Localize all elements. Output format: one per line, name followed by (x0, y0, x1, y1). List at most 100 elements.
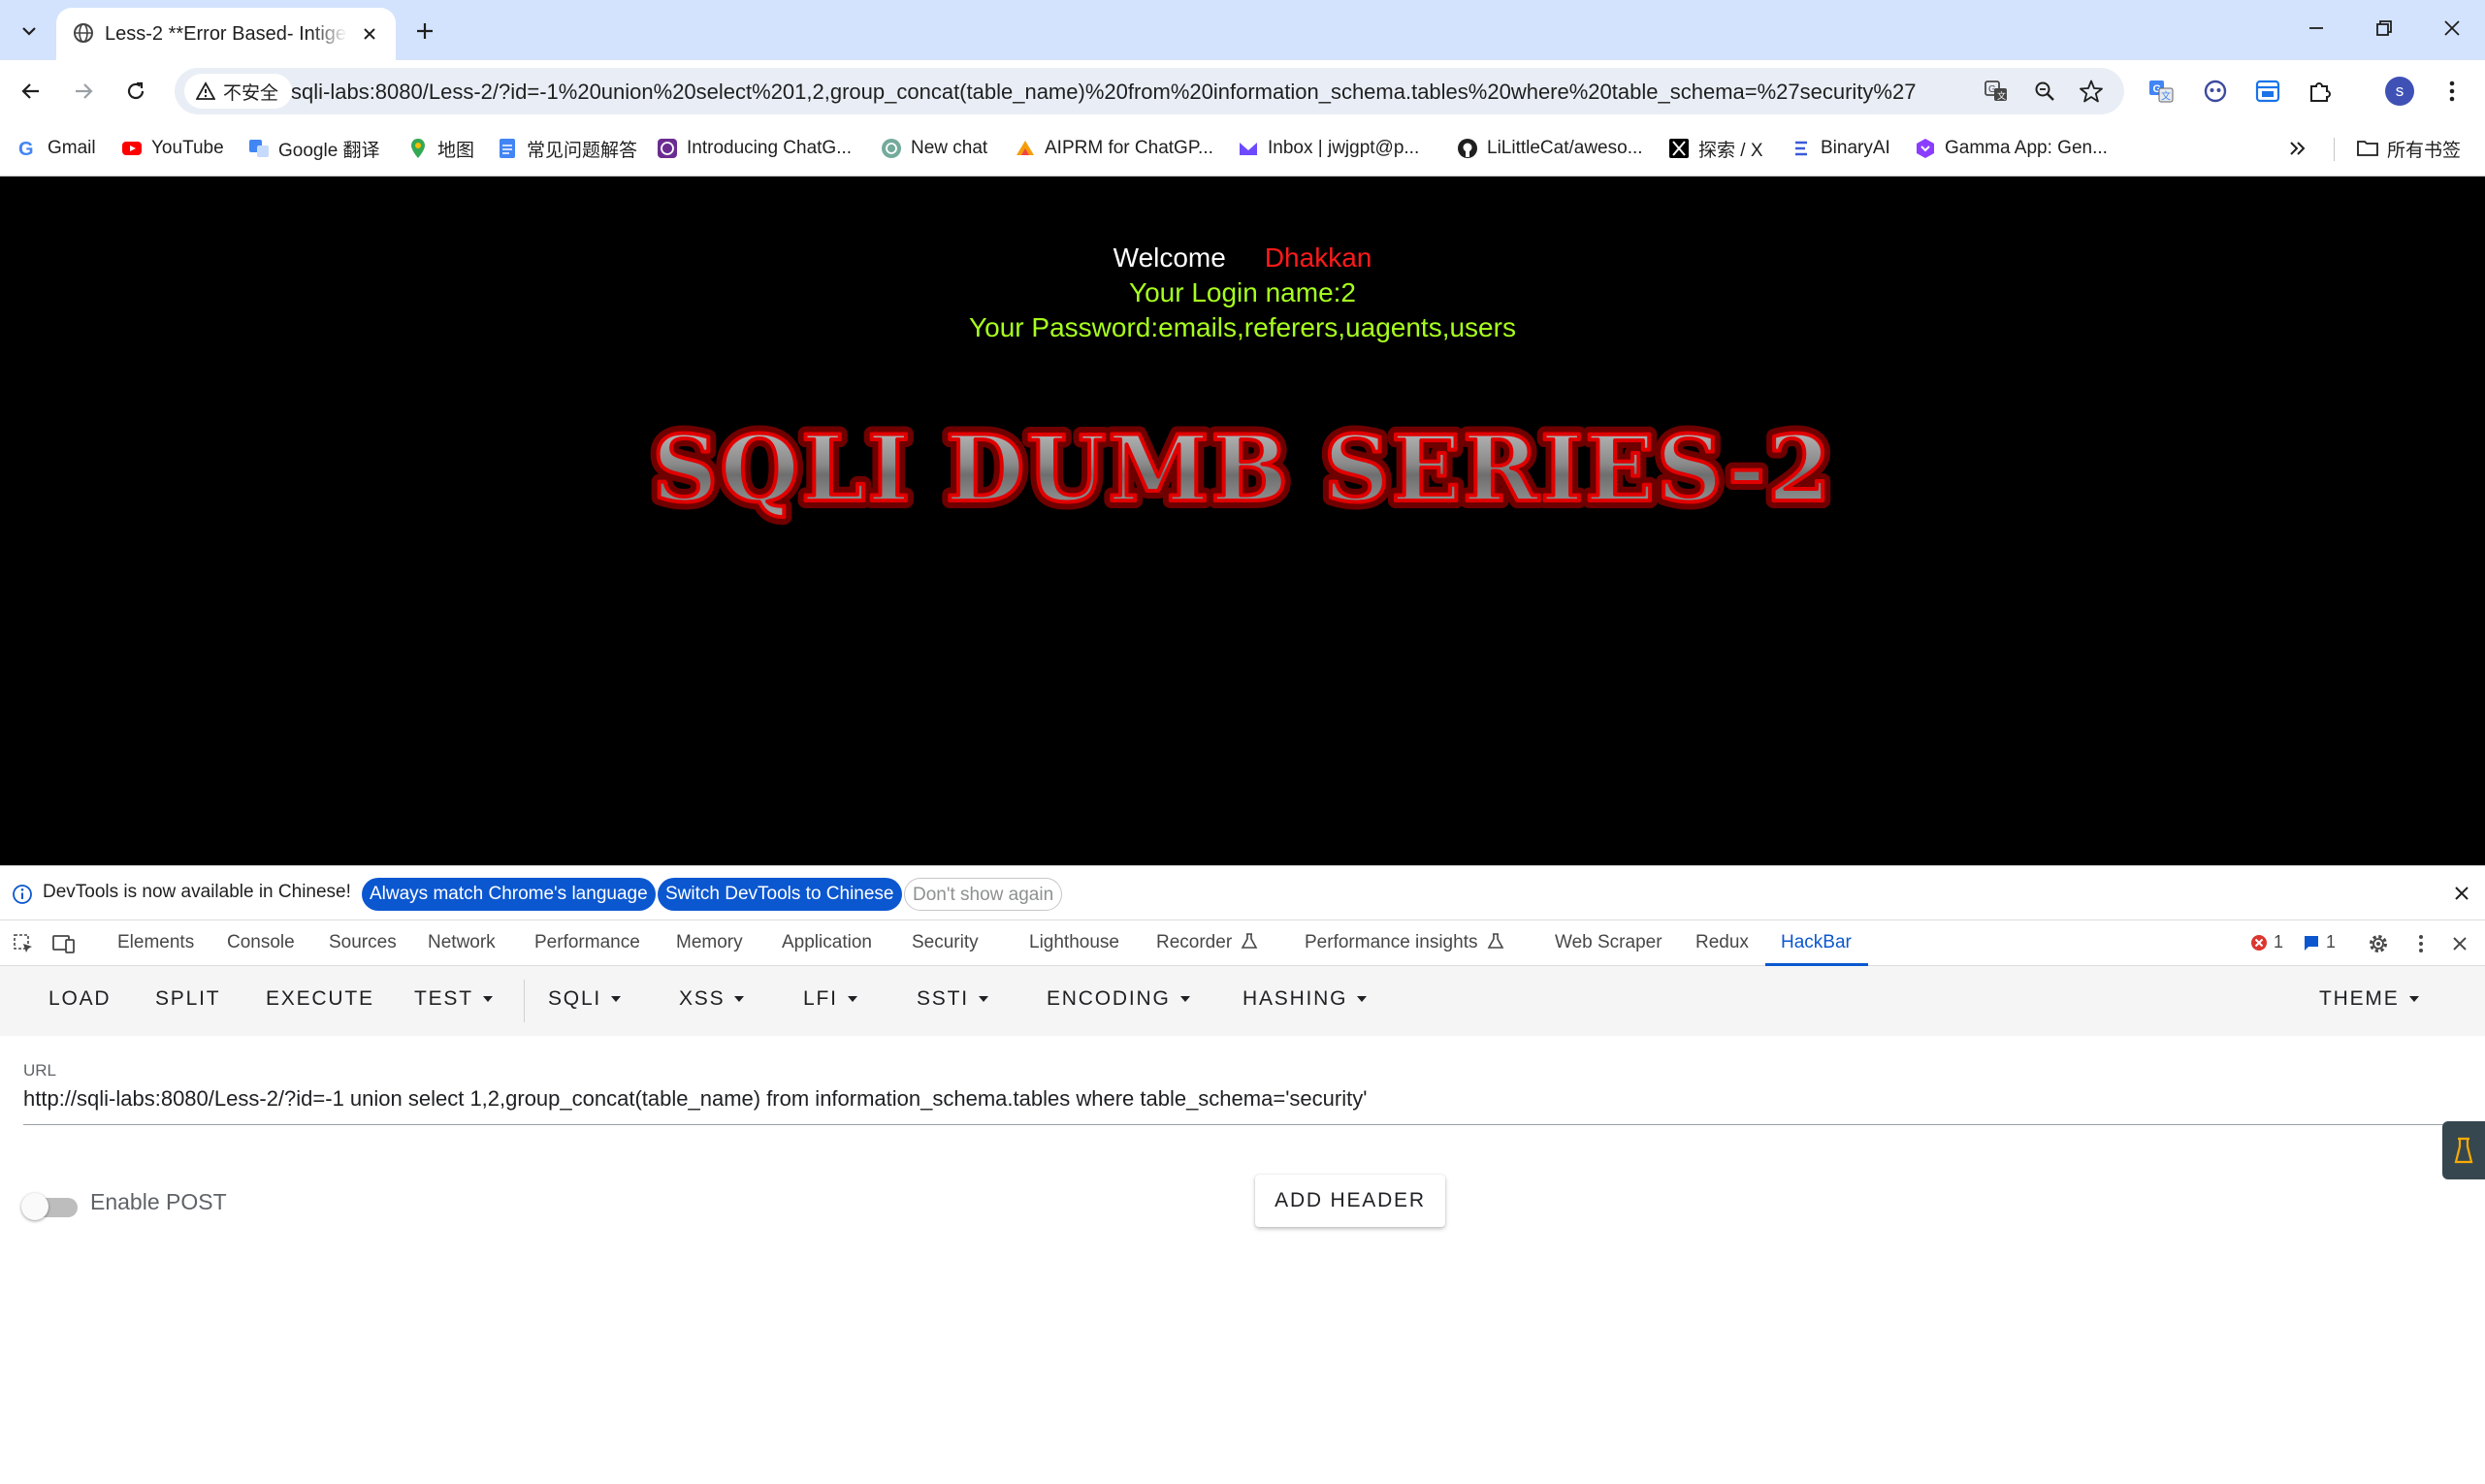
bookmark-github[interactable]: LiLittleCat/aweso... (1457, 132, 1643, 165)
hackbar-ssti-menu[interactable]: SSTI (917, 987, 988, 1011)
bookmark-label: 地图 (437, 140, 475, 161)
enable-post-toggle[interactable] (21, 1191, 80, 1220)
devtools-close-icon[interactable] (2446, 930, 2473, 957)
translate-extension-icon[interactable]: G文 (2144, 74, 2178, 109)
tab-label: Performance insights (1305, 932, 1478, 952)
minimize-button[interactable] (2291, 8, 2341, 48)
device-toolbar-icon[interactable] (50, 930, 78, 957)
hackbar-side-tab[interactable] (2442, 1121, 2485, 1179)
devtools-tab-web-scraper[interactable]: Web Scraper (1555, 932, 1662, 953)
web-scraper-extension-icon[interactable] (2250, 74, 2285, 109)
error-icon (2251, 934, 2267, 951)
bookmark-aiprm[interactable]: AIPRM for ChatGP... (1015, 132, 1213, 165)
devtools-tab-security[interactable]: Security (912, 932, 979, 953)
bookmark-faq[interactable]: 常见问题解答 (497, 132, 637, 165)
url-text[interactable]: sqli-labs:8080/Less-2/?id=-1%20union%20s… (291, 80, 2153, 105)
bookmark-label: Gamma App: Gen... (1945, 138, 2108, 158)
devtools-tab-memory[interactable]: Memory (676, 932, 743, 953)
bookmark-x[interactable]: 探索 / X (1668, 132, 1763, 165)
devtools-tab-network[interactable]: Network (428, 932, 496, 953)
hackbar-xss-menu[interactable]: XSS (679, 987, 745, 1011)
devtools-tab-elements[interactable]: Elements (117, 932, 194, 953)
add-header-button[interactable]: ADD HEADER (1255, 1175, 1445, 1227)
bookmark-label: 常见问题解答 (527, 140, 638, 161)
message-icon (2305, 935, 2318, 951)
tab-title: Less-2 **Error Based- Intiger** (105, 23, 347, 45)
translate-page-icon[interactable]: G文 (1981, 76, 2012, 107)
extensions-puzzle-icon[interactable] (2303, 74, 2338, 109)
devtools-tab-redux[interactable]: Redux (1695, 932, 1749, 953)
url-field-label: URL (23, 1061, 57, 1080)
restore-button[interactable] (2359, 8, 2409, 48)
switch-devtools-chinese-button[interactable]: Switch DevTools to Chinese (658, 878, 902, 911)
devtools-tab-performance-insights[interactable]: Performance insights (1305, 932, 1504, 953)
always-match-language-button[interactable]: Always match Chrome's language (362, 878, 656, 911)
hackbar-theme-menu[interactable]: THEME (2319, 987, 2419, 1011)
hackbar-hashing-menu[interactable]: HASHING (1242, 987, 1368, 1011)
chevron-down-icon (22, 27, 36, 36)
security-label: 不安全 (223, 82, 279, 104)
hackbar-split-button[interactable]: SPLIT (155, 987, 220, 1011)
bookmark-gamma[interactable]: Gamma App: Gen... (1915, 132, 2108, 165)
devtools-tab-application[interactable]: Application (782, 932, 872, 953)
all-bookmarks-folder[interactable]: 所有书签 (2357, 132, 2461, 165)
bookmark-gmail[interactable]: G Gmail (17, 132, 96, 165)
button-label: THEME (2319, 987, 2400, 1010)
bookmark-inbox[interactable]: Inbox | jwjgpt@p... (1238, 132, 1419, 165)
sqli-banner-image: SQLI DUMB SERIES-2 SQLI DUMB SERIES-2 (644, 409, 1838, 526)
devtools-tab-bar: Elements Console Sources Network Perform… (0, 919, 2485, 966)
hackbar-encoding-menu[interactable]: ENCODING (1047, 987, 1190, 1011)
close-icon[interactable] (357, 21, 382, 47)
devtools-tab-recorder[interactable]: Recorder (1156, 932, 1258, 953)
dont-show-again-button[interactable]: Don't show again (904, 878, 1063, 911)
infobar-close-button[interactable] (2450, 882, 2473, 905)
bookmark-label: Inbox | jwjgpt@p... (1268, 138, 1420, 158)
forward-button[interactable] (64, 72, 103, 111)
hackbar-execute-button[interactable]: EXECUTE (266, 987, 374, 1011)
browser-tab-active[interactable]: Less-2 **Error Based- Intiger** (56, 8, 396, 60)
bookmark-introducing-chatgpt[interactable]: Introducing ChatG... (657, 132, 852, 165)
bookmark-youtube[interactable]: YouTube (121, 132, 224, 165)
button-label: SQLI (548, 987, 602, 1010)
back-button[interactable] (12, 72, 50, 111)
zoom-icon[interactable] (2029, 76, 2060, 107)
chrome-menu-button[interactable] (2435, 74, 2469, 109)
devtools-tab-console[interactable]: Console (227, 932, 295, 953)
bookmark-maps[interactable]: 地图 (407, 132, 474, 165)
profile-avatar[interactable]: s (2382, 74, 2417, 109)
bookmark-google-translate[interactable]: Google 翻译 (248, 132, 380, 165)
button-label: ENCODING (1047, 987, 1171, 1010)
tab-strip: Less-2 **Error Based- Intiger** (0, 0, 2485, 60)
devtools-tab-hackbar[interactable]: HackBar (1781, 932, 1852, 953)
bookmark-new-chat[interactable]: New chat (881, 132, 987, 165)
hackbar-url-input[interactable]: http://sqli-labs:8080/Less-2/?id=-1 unio… (23, 1084, 2473, 1113)
tab-search-button[interactable] (10, 12, 48, 50)
devtools-tab-performance[interactable]: Performance (534, 932, 640, 953)
window-close-button[interactable] (2427, 8, 2477, 48)
reload-button[interactable] (116, 72, 155, 111)
devtools-tab-sources[interactable]: Sources (329, 932, 397, 953)
address-bar[interactable]: 不安全 sqli-labs:8080/Less-2/?id=-1%20union… (175, 68, 2124, 114)
new-tab-button[interactable] (407, 14, 442, 48)
message-counter[interactable]: 1 (2303, 932, 2336, 952)
devtools-more-icon[interactable] (2407, 930, 2435, 957)
bookmark-star-icon[interactable] (2076, 76, 2107, 107)
error-counter[interactable]: 1 (2250, 932, 2283, 952)
hackbar-test-menu[interactable]: TEST (414, 987, 493, 1011)
settings-gear-icon[interactable] (2365, 930, 2392, 957)
hackbar-sqli-menu[interactable]: SQLI (548, 987, 622, 1011)
button-label: LFI (803, 987, 838, 1010)
bookmarks-overflow-button[interactable] (2287, 132, 2308, 165)
devtools-tab-lighthouse[interactable]: Lighthouse (1029, 932, 1119, 953)
caret-down-icon (611, 996, 622, 1002)
bookmark-label: Gmail (48, 138, 96, 158)
plus-icon (417, 23, 433, 39)
inspect-element-icon[interactable] (10, 930, 37, 957)
bookmark-binaryai[interactable]: BinaryAI (1791, 132, 1890, 165)
reload-icon (127, 81, 145, 100)
bookmark-label: LiLittleCat/aweso... (1487, 138, 1643, 158)
hackbar-lfi-menu[interactable]: LFI (803, 987, 857, 1011)
hackbar-load-button[interactable]: LOAD (48, 987, 111, 1011)
site-security-chip[interactable]: 不安全 (184, 74, 293, 109)
chat-extension-icon[interactable] (2198, 74, 2233, 109)
